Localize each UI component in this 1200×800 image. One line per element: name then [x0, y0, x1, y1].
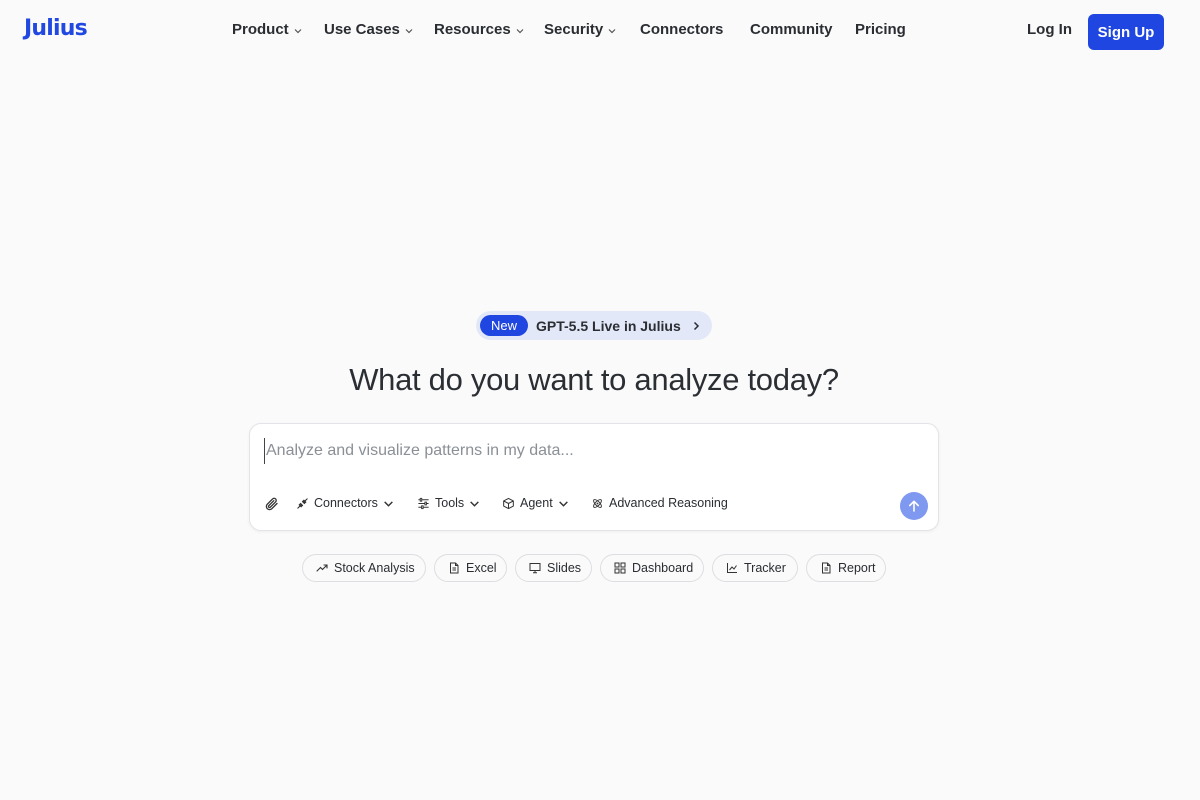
chevron-down-icon: [470, 500, 480, 507]
chip-report[interactable]: Report: [806, 554, 886, 582]
nav-item-label: Community: [750, 21, 833, 38]
nav-item-label: Product: [232, 21, 289, 38]
advanced-reasoning-toggle[interactable]: Advanced Reasoning: [591, 496, 728, 510]
chevron-down-icon: [384, 500, 393, 507]
cube-icon: [503, 497, 514, 509]
julius-logo[interactable]: Julius: [24, 16, 88, 41]
suggestion-chips: Stock Analysis Excel Slides Dashboard Tr…: [0, 554, 1200, 582]
paperclip-icon: [265, 497, 278, 511]
nav-item-label: Connectors: [640, 21, 724, 38]
nav-item-community[interactable]: Community: [750, 21, 833, 38]
chevron-right-icon: [693, 321, 699, 330]
chip-excel[interactable]: Excel: [434, 554, 507, 582]
prompt-input[interactable]: [264, 438, 884, 464]
prompt-box: Connectors Tools Agent Advanced Reasonin…: [249, 423, 939, 531]
grid-icon: [614, 562, 626, 574]
tool-label: Agent: [520, 496, 553, 510]
chip-stock-analysis[interactable]: Stock Analysis: [302, 554, 426, 582]
nav-item-security[interactable]: Security: [544, 21, 617, 38]
nav-item-resources[interactable]: Resources: [434, 21, 525, 38]
announcement-banner[interactable]: New GPT-5.5 Live in Julius: [476, 311, 712, 340]
tool-label: Connectors: [314, 496, 378, 510]
document-icon: [822, 562, 831, 574]
chevron-down-icon: [294, 29, 302, 34]
prompt-toolbar: Connectors Tools Agent Advanced Reasonin…: [250, 496, 938, 516]
chip-label: Report: [838, 561, 876, 575]
atom-icon: [593, 498, 602, 508]
chevron-down-icon: [516, 29, 524, 34]
chip-tracker[interactable]: Tracker: [712, 554, 798, 582]
chip-dashboard[interactable]: Dashboard: [600, 554, 704, 582]
chip-label: Stock Analysis: [334, 561, 415, 575]
connectors-dropdown[interactable]: Connectors: [296, 496, 394, 510]
sliders-icon: [418, 497, 429, 509]
spreadsheet-icon: [450, 562, 459, 574]
nav-item-label: Use Cases: [324, 21, 400, 38]
chip-label: Excel: [466, 561, 497, 575]
tools-dropdown[interactable]: Tools: [417, 496, 480, 510]
nav-item-product[interactable]: Product: [232, 21, 303, 38]
chip-label: Tracker: [744, 561, 786, 575]
nav-item-connectors[interactable]: Connectors: [640, 21, 723, 38]
trend-up-icon: [316, 564, 328, 572]
plug-icon: [297, 497, 308, 509]
chip-slides[interactable]: Slides: [515, 554, 592, 582]
nav-item-use-cases[interactable]: Use Cases: [324, 21, 414, 38]
nav-item-pricing[interactable]: Pricing: [855, 21, 906, 38]
agent-dropdown[interactable]: Agent: [502, 496, 569, 510]
attach-button[interactable]: [264, 496, 280, 512]
chevron-down-icon: [405, 29, 413, 34]
login-link[interactable]: Log In: [1027, 21, 1072, 38]
signup-button[interactable]: Sign Up: [1088, 14, 1164, 50]
chip-label: Dashboard: [632, 561, 694, 575]
chevron-down-icon: [608, 29, 616, 34]
nav-item-label: Resources: [434, 21, 511, 38]
nav-item-label: Security: [544, 21, 604, 38]
send-button[interactable]: [900, 492, 928, 520]
chevron-down-icon: [558, 500, 568, 507]
top-navigation-bar: Julius Product Use Cases Resources Secur…: [0, 0, 1200, 62]
presentation-icon: [529, 563, 541, 574]
announcement-text: GPT-5.5 Live in Julius: [536, 317, 681, 334]
line-chart-icon: [727, 563, 737, 573]
arrow-up-icon: [909, 500, 919, 512]
new-badge: New: [480, 315, 529, 336]
nav-item-label: Pricing: [855, 21, 906, 38]
chip-label: Slides: [547, 561, 582, 575]
page-headline: What do you want to analyze today?: [349, 362, 839, 397]
tool-label: Advanced Reasoning: [609, 496, 728, 510]
tool-label: Tools: [435, 496, 465, 510]
